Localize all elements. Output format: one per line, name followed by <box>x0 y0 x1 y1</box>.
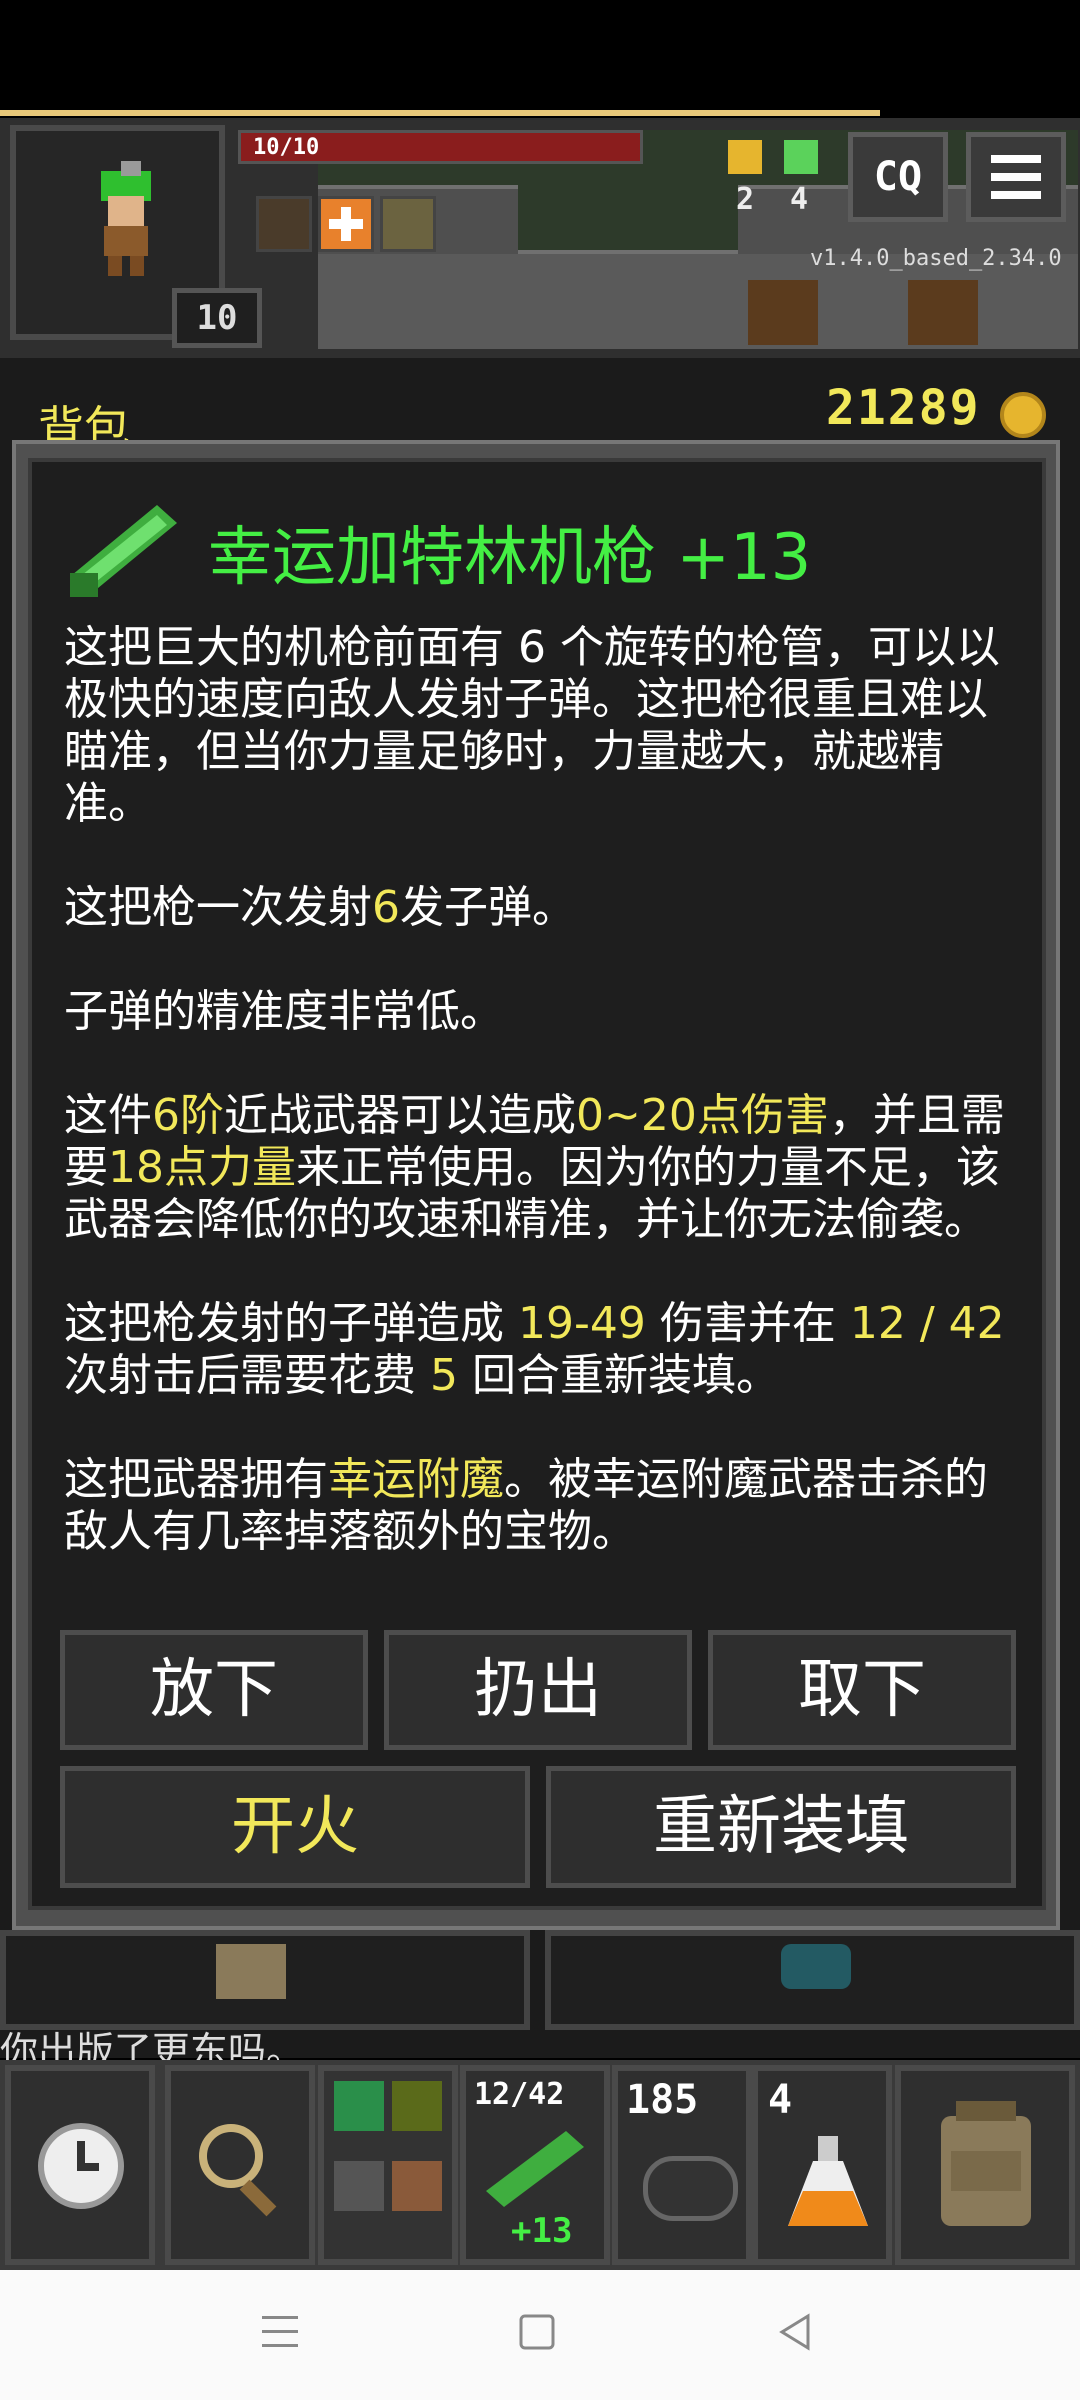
bag-slot-left[interactable] <box>0 1930 530 2030</box>
potion-quickslot[interactable]: 4 <box>752 2065 892 2265</box>
depth-count: 4 <box>790 182 809 217</box>
potion-count: 4 <box>768 2077 793 2123</box>
version-label: v1.4.0_based_2.34.0 <box>810 246 1062 271</box>
banana-icon[interactable] <box>392 2081 442 2131</box>
gold-count: 21289 <box>826 380 981 436</box>
drop-button[interactable]: 放下 <box>60 1630 368 1750</box>
keys-count: 2 <box>736 182 755 217</box>
status-bar <box>0 0 1080 110</box>
experience-bar <box>0 110 880 116</box>
throw-button[interactable]: 扔出 <box>384 1630 692 1750</box>
bag-slot-right[interactable] <box>545 1930 1080 2030</box>
desc-paragraph-1: 这把巨大的机枪前面有 6 个旋转的枪管，可以以极快的速度向敌人发射子弹。这把枪很… <box>64 622 1000 829</box>
home-icon[interactable] <box>515 2310 559 2354</box>
stone-quickslot[interactable]: 185 <box>612 2065 752 2265</box>
search-button[interactable]: CQ <box>848 132 948 222</box>
weapon-upgrade-level: +13 <box>511 2211 573 2251</box>
search-tool-button[interactable] <box>165 2065 315 2265</box>
backpack-icon <box>941 2101 1031 2226</box>
fire-button[interactable]: 开火 <box>60 1766 530 1888</box>
backpack-button[interactable] <box>895 2065 1075 2265</box>
buff-icon-heal[interactable] <box>318 196 374 252</box>
search-label: CQ <box>873 154 923 200</box>
health-text: 10/10 <box>253 135 320 160</box>
magnifier-icon <box>199 2124 277 2217</box>
back-icon[interactable] <box>774 2310 818 2354</box>
meat-icon[interactable] <box>392 2161 442 2211</box>
desc-paragraph-4: 这件6阶近战武器可以造成0~20点伤害，并且需要18点力量来正常使用。因为你的力… <box>64 1090 1005 1245</box>
depth-icon <box>784 140 818 174</box>
quickslot-grid[interactable] <box>318 2065 458 2265</box>
gatling-gun-icon <box>486 2131 584 2207</box>
key-icon <box>728 140 762 174</box>
gold-coin-icon <box>1000 392 1046 438</box>
hero-level: 10 <box>172 288 262 348</box>
weapon-quickslot[interactable]: 12/42 +13 <box>460 2065 610 2265</box>
stone-icon <box>643 2156 738 2221</box>
buff-icon-armor[interactable] <box>256 196 312 252</box>
pouch-icon <box>781 1944 851 1989</box>
unequip-button[interactable]: 取下 <box>708 1630 1016 1750</box>
ammo-count: 12/42 <box>474 2077 565 2112</box>
stone-count: 185 <box>626 2077 699 2123</box>
hero-avatar-icon <box>101 161 151 276</box>
item-title: 幸运加特林机枪 +13 <box>208 521 812 595</box>
item-description: 这把巨大的机枪前面有 6 个旋转的枪管，可以以极快的速度向敌人发射子弹。这把枪很… <box>64 622 1024 1558</box>
desc-paragraph-6: 这把武器拥有幸运附魔。被幸运附魔武器击杀的敌人有几率掉落额外的宝物。 <box>64 1454 988 1557</box>
buff-icon-luck[interactable] <box>380 196 436 252</box>
desc-paragraph-3: 子弹的精准度非常低。 <box>64 986 504 1037</box>
desc-paragraph-5: 这把枪发射的子弹造成 19-49 伤害并在 12 / 42 次射击后需要花费 5… <box>64 1298 1005 1401</box>
desc-paragraph-2: 这把枪一次发射6发子弹。 <box>64 882 576 933</box>
empty-slot-icon[interactable] <box>334 2161 384 2211</box>
health-bar: 10/10 <box>238 130 643 164</box>
recent-apps-icon[interactable] <box>258 2310 302 2354</box>
menu-button[interactable] <box>966 132 1066 222</box>
reload-button[interactable]: 重新装填 <box>546 1766 1016 1888</box>
swap-icon[interactable] <box>334 2081 384 2131</box>
chest-icon <box>216 1944 286 1999</box>
wait-button[interactable] <box>5 2065 155 2265</box>
gatling-gun-icon <box>70 505 177 597</box>
clock-icon <box>38 2123 124 2209</box>
potion-icon <box>788 2136 868 2226</box>
hamburger-icon <box>991 155 1041 199</box>
